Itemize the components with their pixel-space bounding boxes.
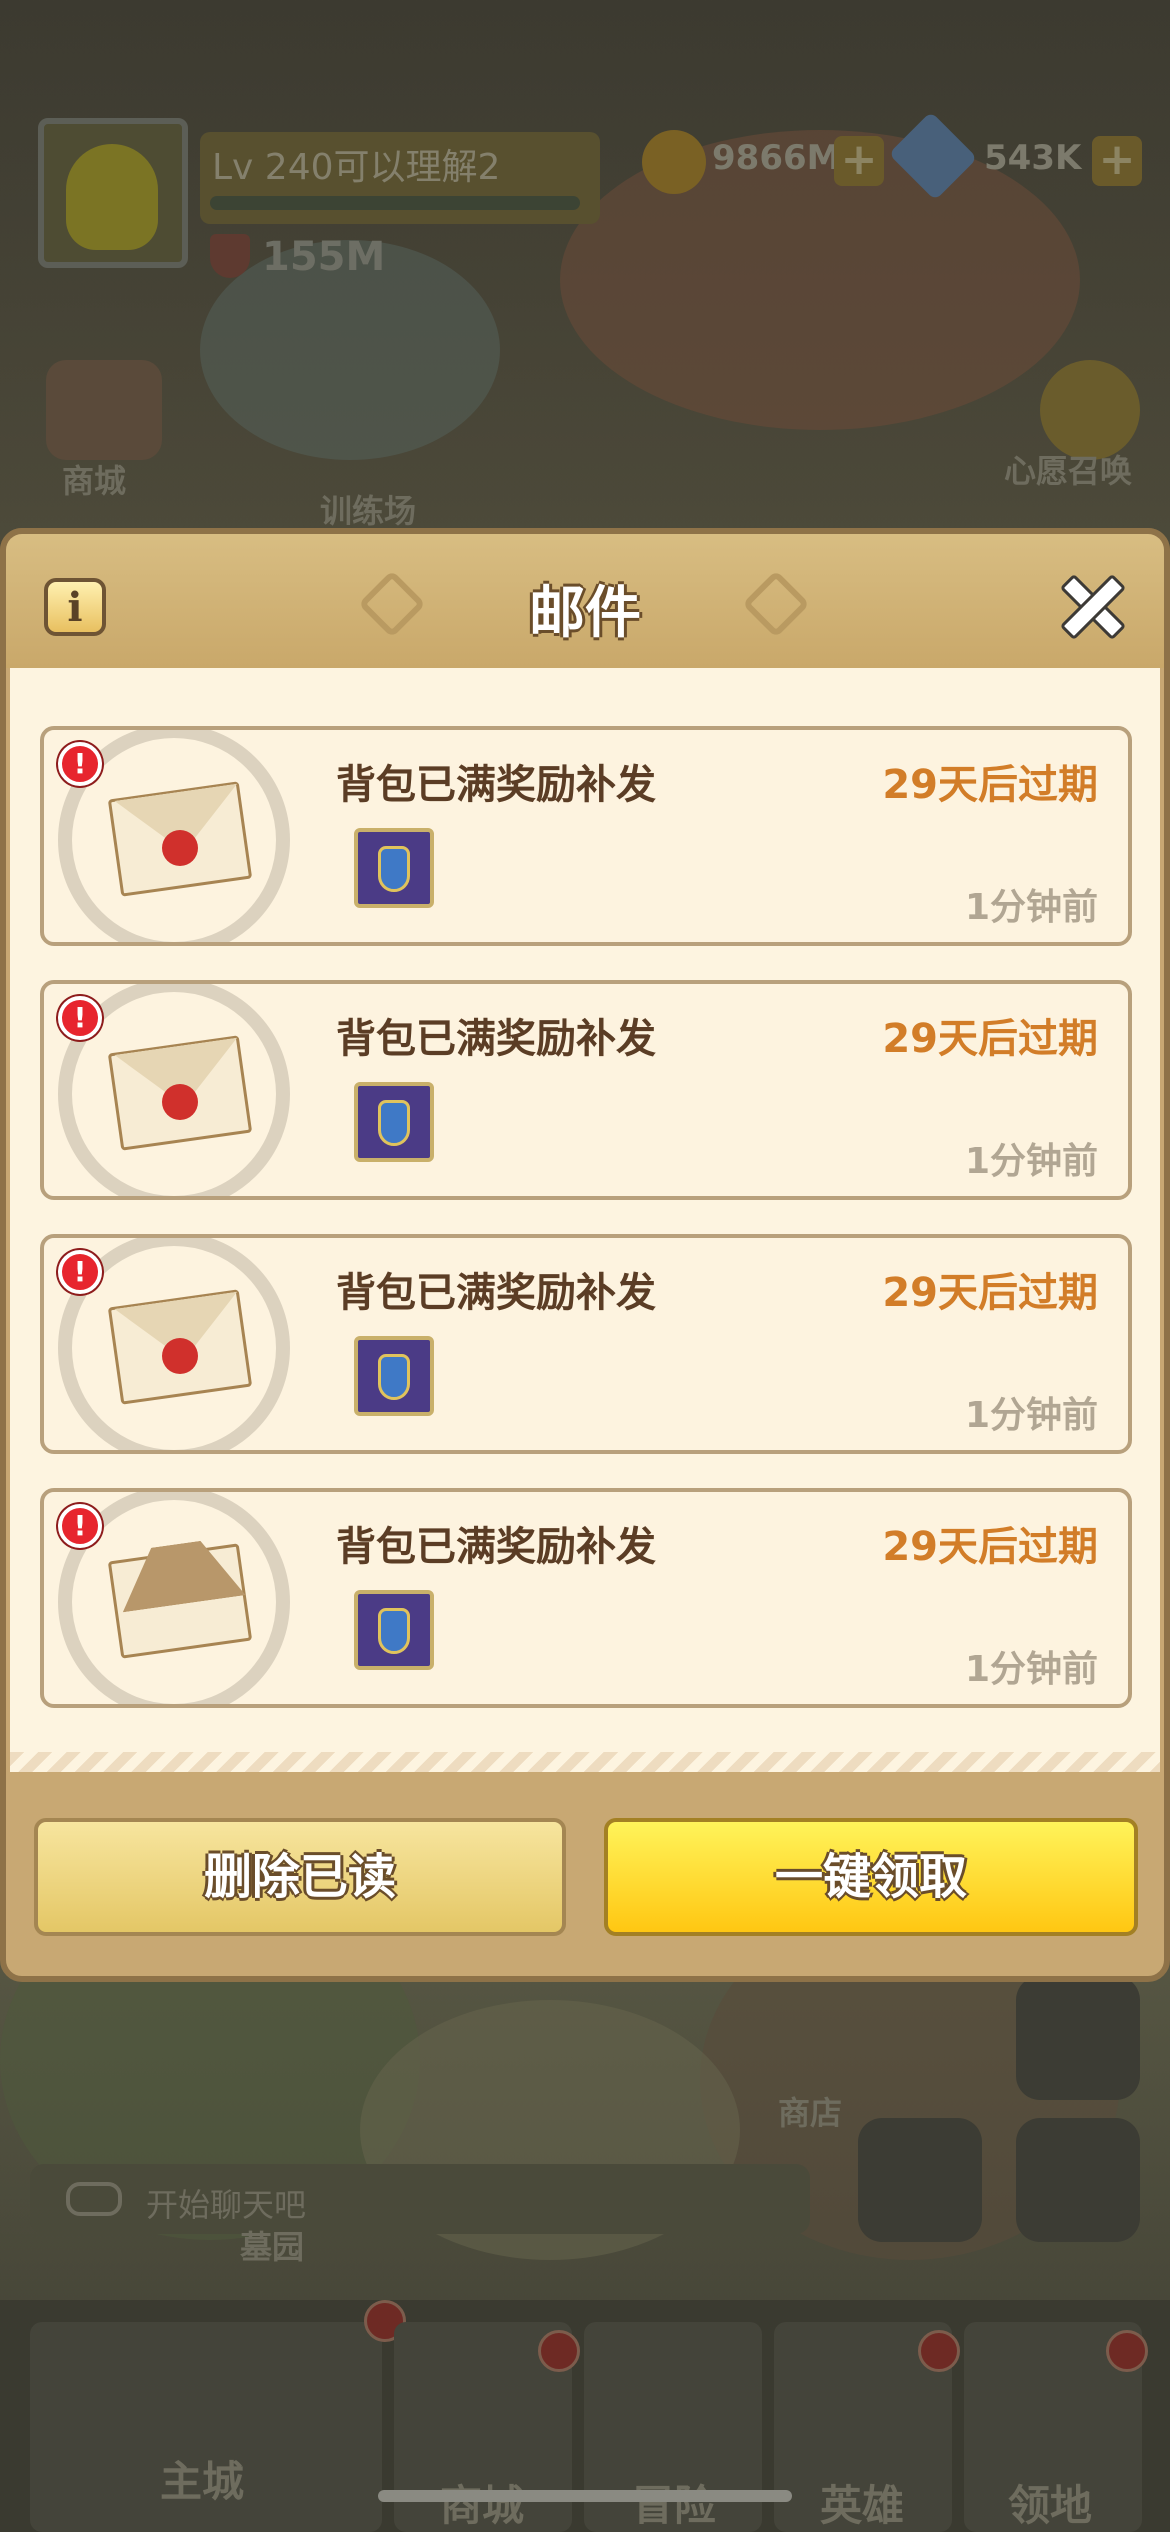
ranking-button[interactable]: [858, 2118, 982, 2242]
mail-time: 1分钟前: [964, 887, 1098, 928]
unread-alert-icon: !: [58, 742, 102, 786]
add-coins-button[interactable]: +: [834, 136, 884, 186]
open-envelope-icon: [107, 1552, 253, 1659]
sealed-envelope-icon: [107, 1035, 253, 1151]
sealed-envelope-icon: [107, 781, 253, 897]
bag-button[interactable]: [1016, 2118, 1140, 2242]
avatar[interactable]: [38, 118, 188, 268]
unread-alert-icon: !: [58, 1250, 102, 1294]
unread-alert-icon: !: [58, 996, 102, 1040]
mail-title: 背包已满奖励补发: [336, 1524, 656, 1570]
training-label: 训练场: [320, 492, 417, 530]
mail-item[interactable]: ! 背包已满奖励补发 29天后过期 1分钟前: [40, 726, 1132, 946]
store-label: 商店: [778, 2094, 843, 2132]
wish-summon-icon[interactable]: [1040, 360, 1140, 460]
close-icon[interactable]: [1052, 566, 1128, 642]
add-gems-button[interactable]: +: [1092, 136, 1142, 186]
mail-time: 1分钟前: [964, 1141, 1098, 1182]
tab-heroes-label: 英雄: [820, 2481, 905, 2530]
dialog-title: 邮件: [529, 581, 641, 646]
mail-title: 背包已满奖励补发: [336, 1016, 656, 1062]
tab-shop-alert-icon: [538, 2330, 580, 2372]
mail-time: 1分钟前: [964, 1649, 1098, 1690]
power-value: 155M: [262, 234, 386, 280]
tab-shop-label: 商城: [440, 2481, 525, 2530]
avatar-face: [66, 144, 158, 250]
delete-read-button[interactable]: 删除已读: [34, 1818, 566, 1936]
reward-badge-icon[interactable]: [354, 1336, 434, 1416]
tab-territory-alert-icon: [1106, 2330, 1148, 2372]
tab-main-city-label: 主城: [160, 2457, 245, 2506]
mail-expiry: 29天后过期: [882, 762, 1098, 808]
mail-expiry: 29天后过期: [882, 1524, 1098, 1570]
coin-icon: [642, 130, 706, 194]
chat-placeholder: 开始聊天吧: [146, 2186, 307, 2224]
tab-heroes-alert-icon: [918, 2330, 960, 2372]
reward-badge-icon[interactable]: [354, 1590, 434, 1670]
wish-label: 心愿召唤: [1004, 452, 1133, 490]
mail-item[interactable]: ! 背包已满奖励补发 29天后过期 1分钟前: [40, 1234, 1132, 1454]
home-indicator[interactable]: [378, 2490, 792, 2502]
reward-badge-icon[interactable]: [354, 1082, 434, 1162]
chat-bubble-icon: [66, 2182, 122, 2216]
mail-item[interactable]: ! 背包已满奖励补发 29天后过期 1分钟前: [40, 980, 1132, 1200]
sealed-envelope-icon: [107, 1289, 253, 1405]
coin-value: 9866M: [712, 138, 841, 178]
list-bottom-border: [10, 1752, 1160, 1772]
player-level-name: Lv 240可以理解2: [212, 147, 501, 188]
power-shield-icon: [210, 234, 250, 278]
mail-item[interactable]: ! 背包已满奖励补发 29天后过期 1分钟前: [40, 1488, 1132, 1708]
claim-all-button[interactable]: 一键领取: [604, 1818, 1138, 1936]
gem-value: 543K: [984, 138, 1082, 178]
tab-territory-label: 领地: [1008, 2481, 1093, 2530]
reward-badge-icon[interactable]: [354, 828, 434, 908]
cemetery-label: 墓园: [240, 2228, 305, 2266]
info-icon: i: [67, 584, 83, 631]
mail-expiry: 29天后过期: [882, 1016, 1098, 1062]
exp-bar: [210, 196, 580, 210]
tab-adventure-label: 冒险: [632, 2481, 717, 2530]
mail-title: 背包已满奖励补发: [336, 1270, 656, 1316]
mail-title: 背包已满奖励补发: [336, 762, 656, 808]
unread-alert-icon: !: [58, 1504, 102, 1548]
shop-label: 商城: [62, 462, 127, 500]
mail-side-button[interactable]: [1016, 1976, 1140, 2100]
mail-expiry: 29天后过期: [882, 1270, 1098, 1316]
info-button[interactable]: i: [44, 578, 106, 636]
mail-time: 1分钟前: [964, 1395, 1098, 1436]
shop-building-icon[interactable]: [46, 360, 162, 460]
